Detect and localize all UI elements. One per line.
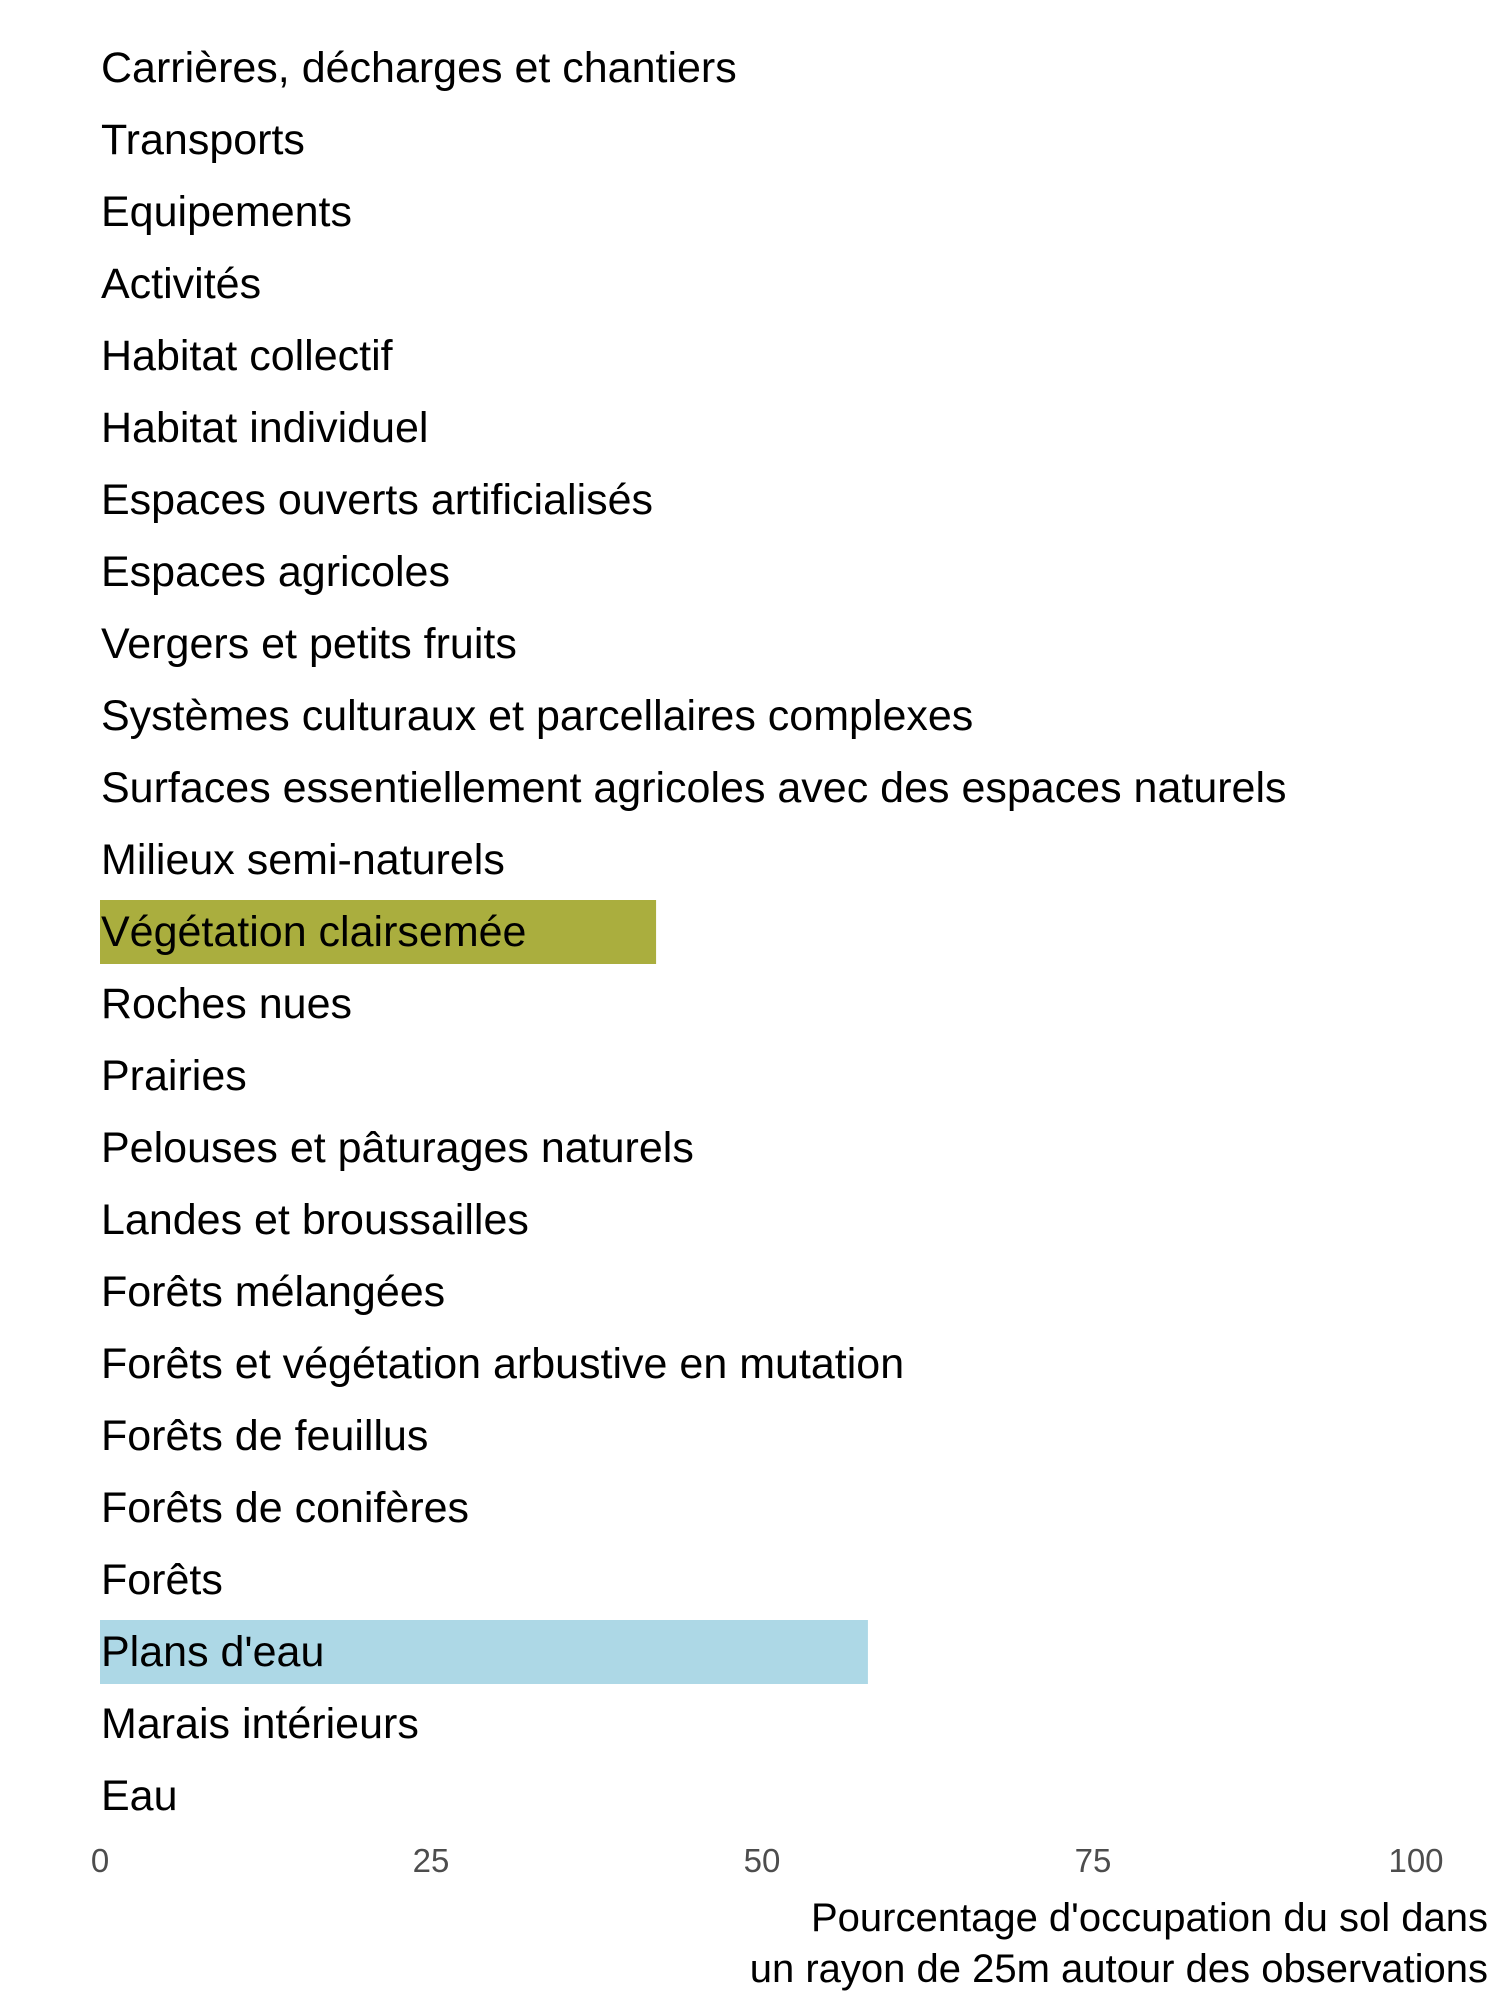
category-label-17: Forêts mélangées [101, 1268, 445, 1316]
category-label-8: Vergers et petits fruits [101, 620, 517, 668]
category-label-18: Forêts et végétation arbustive en mutati… [101, 1340, 904, 1388]
category-label-15: Pelouses et pâturages naturels [101, 1124, 694, 1172]
x-tick-label-4: 100 [1388, 1842, 1443, 1879]
category-label-2: Equipements [101, 188, 352, 236]
category-labels: Carrières, décharges et chantiers Transpo… [101, 44, 1287, 1820]
category-label-6: Espaces ouverts artificialisés [101, 476, 653, 524]
category-label-16: Landes et broussailles [101, 1196, 529, 1244]
category-label-11: Milieux semi-naturels [101, 836, 505, 884]
x-axis-title-line-1: Pourcentage d'occupation du sol dans [811, 1896, 1488, 1940]
x-tick-label-2: 50 [744, 1842, 781, 1879]
category-label-1: Transports [101, 116, 305, 164]
category-label-0: Carrières, décharges et chantiers [101, 44, 737, 92]
category-label-20: Forêts de conifères [101, 1484, 469, 1532]
category-label-14: Prairies [101, 1052, 247, 1100]
category-label-13: Roches nues [101, 980, 352, 1028]
category-label-3: Activités [101, 260, 261, 308]
category-label-10: Surfaces essentiellement agricoles avec … [101, 764, 1287, 812]
category-label-5: Habitat individuel [101, 404, 428, 452]
x-tick-label-1: 25 [413, 1842, 450, 1879]
category-label-7: Espaces agricoles [101, 548, 450, 596]
category-label-22: Plans d'eau [101, 1628, 324, 1676]
category-label-21: Forêts [101, 1556, 223, 1604]
x-tick-label-3: 75 [1075, 1842, 1112, 1879]
x-axis-ticks: 0 25 50 75 100 [91, 1842, 1444, 1879]
bar-chart: Carrières, décharges et chantiers Transpo… [91, 44, 1488, 1991]
category-label-19: Forêts de feuillus [101, 1412, 428, 1460]
category-label-12: Végétation clairsemée [101, 908, 526, 956]
x-tick-label-0: 0 [91, 1842, 109, 1879]
category-label-4: Habitat collectif [101, 332, 394, 380]
category-label-24: Eau [101, 1772, 178, 1820]
x-axis-title-line-2: un rayon de 25m autour des observations [750, 1947, 1488, 1991]
category-label-9: Systèmes culturaux et parcellaires compl… [101, 692, 973, 740]
category-label-23: Marais intérieurs [101, 1700, 419, 1748]
